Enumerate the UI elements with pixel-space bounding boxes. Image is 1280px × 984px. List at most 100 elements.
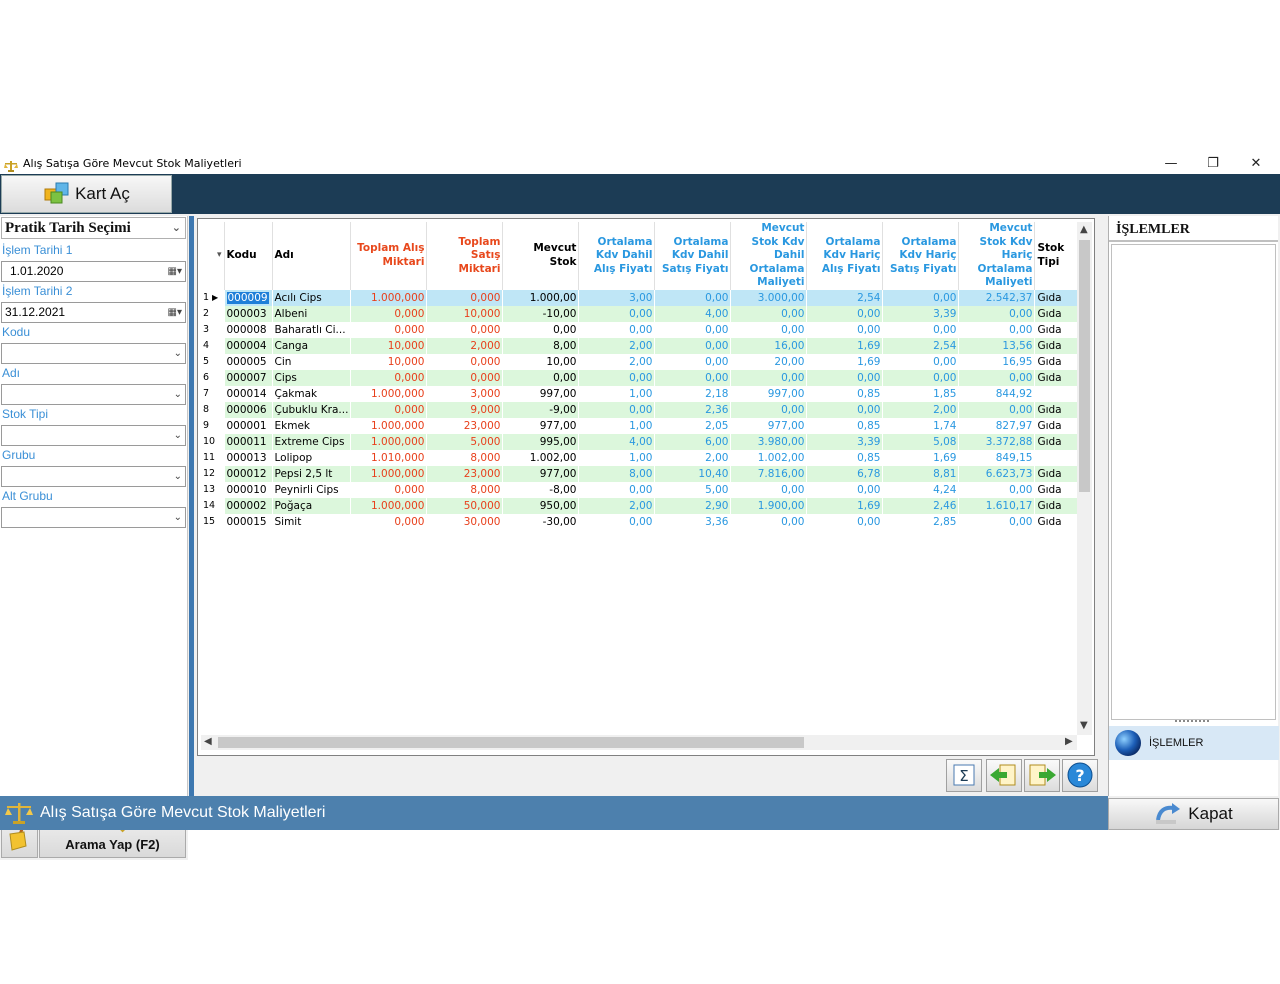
table-cell[interactable]: 1.000,000 — [350, 433, 428, 450]
col-header-ort-haric-satis[interactable]: Ortalama Kdv Hariç Satış Fiyatı — [882, 222, 960, 290]
table-cell[interactable]: Extreme Cips — [272, 433, 352, 450]
table-cell[interactable]: 4,00 — [654, 305, 732, 322]
table-cell[interactable]: 1,00 — [578, 385, 656, 402]
col-header-ort-dahil-satis[interactable]: Ortalama Kdv Dahil Satış Fiyatı — [654, 222, 732, 290]
table-cell[interactable]: 000001 — [224, 417, 273, 434]
col-header-kodu[interactable]: Kodu — [224, 222, 273, 290]
col-header-mevcut-stok[interactable]: Mevcut Stok — [502, 222, 580, 290]
scroll-up-icon[interactable]: ▲ — [1080, 224, 1088, 235]
table-cell[interactable]: 000014 — [224, 385, 273, 402]
table-cell[interactable]: 1.000,00 — [502, 289, 580, 306]
col-header-toplam-alis[interactable]: Toplam Alış Miktari — [350, 222, 428, 290]
horizontal-scroll-thumb[interactable] — [218, 737, 804, 748]
table-cell[interactable]: 4,24 — [882, 481, 960, 498]
table-cell[interactable]: 2,85 — [882, 513, 960, 530]
table-cell[interactable]: 2,000 — [426, 337, 504, 354]
table-cell[interactable]: Canga — [272, 337, 352, 354]
kodu-select[interactable]: ⌄ — [1, 343, 186, 364]
table-cell[interactable]: 0,00 — [806, 481, 884, 498]
table-cell[interactable]: 10,000 — [350, 353, 428, 370]
table-cell[interactable]: 6.623,73 — [958, 465, 1036, 482]
table-cell[interactable]: Simit — [272, 513, 352, 530]
table-cell[interactable]: 0,000 — [426, 321, 504, 338]
table-row[interactable]: 1 ▶ 000009 Acılı Cips 1.000,000 0,000 1.000,00… — [201, 289, 1084, 306]
table-cell[interactable]: 000005 — [224, 353, 273, 370]
col-header-toplam-satis[interactable]: Toplam Satış Miktari — [426, 222, 504, 290]
table-cell[interactable]: Gıda — [1034, 337, 1084, 354]
table-cell[interactable]: 2,90 — [654, 497, 732, 514]
table-cell[interactable]: 8,00 — [502, 337, 580, 354]
table-cell[interactable]: 849,15 — [958, 449, 1036, 466]
table-cell[interactable]: Cin — [272, 353, 352, 370]
table-cell[interactable]: 2,00 — [578, 353, 656, 370]
table-cell[interactable]: 3,36 — [654, 513, 732, 530]
table-cell[interactable]: 000009 — [224, 289, 273, 306]
table-cell[interactable]: 0,00 — [654, 321, 732, 338]
table-cell[interactable]: 2,18 — [654, 385, 732, 402]
table-cell[interactable]: 0,00 — [654, 369, 732, 386]
table-cell[interactable]: 0,00 — [806, 305, 884, 322]
kapat-button[interactable]: Kapat — [1108, 798, 1279, 830]
export-left-button[interactable] — [986, 759, 1022, 792]
table-cell[interactable]: 2,54 — [806, 289, 884, 306]
table-cell[interactable]: 000002 — [224, 497, 273, 514]
table-cell[interactable]: 0,85 — [806, 449, 884, 466]
table-cell[interactable]: 1.000,000 — [350, 417, 428, 434]
table-cell[interactable]: 977,00 — [502, 465, 580, 482]
export-right-button[interactable] — [1024, 759, 1060, 792]
table-cell[interactable]: 20,00 — [730, 353, 808, 370]
table-cell[interactable]: 1,69 — [806, 497, 884, 514]
row-indicator-header[interactable]: ▾ — [201, 222, 225, 290]
table-cell[interactable]: 0,00 — [882, 321, 960, 338]
table-cell[interactable]: 0,85 — [806, 385, 884, 402]
table-cell[interactable]: 10,000 — [426, 305, 504, 322]
table-cell[interactable]: 0,00 — [958, 513, 1036, 530]
table-cell[interactable]: 997,00 — [730, 385, 808, 402]
table-cell[interactable]: 3,39 — [806, 433, 884, 450]
table-cell[interactable]: Gıda — [1034, 481, 1084, 498]
table-cell[interactable]: 0,00 — [578, 513, 656, 530]
table-cell[interactable]: 0,00 — [578, 321, 656, 338]
table-cell[interactable]: 1,85 — [882, 385, 960, 402]
col-header-mevcut-dahil-maliyet[interactable]: Mevcut Stok Kdv Dahil Ortalama Maliyeti — [730, 222, 808, 290]
close-button[interactable]: ✕ — [1235, 152, 1277, 174]
table-cell[interactable]: 0,000 — [426, 369, 504, 386]
table-row[interactable]: 14 000002 Poğaça 1.000,000 50,000 950,00 2,00 2… — [201, 497, 1084, 514]
table-cell[interactable]: 13,56 — [958, 337, 1036, 354]
table-cell[interactable]: Pepsi 2,5 lt — [272, 465, 352, 482]
table-cell[interactable]: 10,00 — [502, 353, 580, 370]
table-cell[interactable]: 977,00 — [730, 417, 808, 434]
table-cell[interactable]: 2.542,37 — [958, 289, 1036, 306]
table-row[interactable]: 6 000007 Cips 0,000 0,000 0,00 0,00 0,00 0,00 0,0… — [201, 369, 1084, 386]
table-cell[interactable]: Gıda — [1034, 289, 1084, 306]
table-cell[interactable]: 3.372,88 — [958, 433, 1036, 450]
table-cell[interactable]: 1.002,00 — [502, 449, 580, 466]
table-cell[interactable]: 0,00 — [730, 513, 808, 530]
table-cell[interactable]: 3.000,00 — [730, 289, 808, 306]
table-cell[interactable]: 1,69 — [806, 337, 884, 354]
table-cell[interactable]: 4,00 — [578, 433, 656, 450]
table-cell[interactable]: 1.000,000 — [350, 497, 428, 514]
table-cell[interactable]: 8,000 — [426, 449, 504, 466]
table-cell[interactable]: 0,00 — [578, 481, 656, 498]
table-cell[interactable]: 0,00 — [806, 513, 884, 530]
date2-field[interactable]: 31.12.2021 ▦▾ — [1, 302, 186, 323]
table-row[interactable]: 10 000011 Extreme Cips 1.000,000 5,000 995,00… — [201, 433, 1084, 450]
table-cell[interactable]: 0,000 — [350, 369, 428, 386]
table-cell[interactable]: 2,36 — [654, 401, 732, 418]
table-cell[interactable]: Gıda — [1034, 369, 1084, 386]
col-header-adi[interactable]: Adı — [272, 222, 352, 290]
table-cell[interactable]: 1,69 — [882, 449, 960, 466]
table-cell[interactable]: 16,00 — [730, 337, 808, 354]
table-cell[interactable]: 844,92 — [958, 385, 1036, 402]
scroll-left-icon[interactable]: ◀ — [204, 736, 212, 747]
col-header-ort-haric-alis[interactable]: Ortalama Kdv Hariç Alış Fiyatı — [806, 222, 884, 290]
table-cell[interactable]: 16,95 — [958, 353, 1036, 370]
table-cell[interactable]: 0,000 — [426, 289, 504, 306]
table-row[interactable]: 3 000008 Baharatlı Ci... 0,000 0,000 0,00 0,00… — [201, 321, 1084, 338]
table-cell[interactable]: 0,00 — [578, 369, 656, 386]
table-cell[interactable]: Gıda — [1034, 401, 1084, 418]
table-cell[interactable]: Gıda — [1034, 465, 1084, 482]
table-cell[interactable]: 8,81 — [882, 465, 960, 482]
table-cell[interactable]: 000007 — [224, 369, 273, 386]
